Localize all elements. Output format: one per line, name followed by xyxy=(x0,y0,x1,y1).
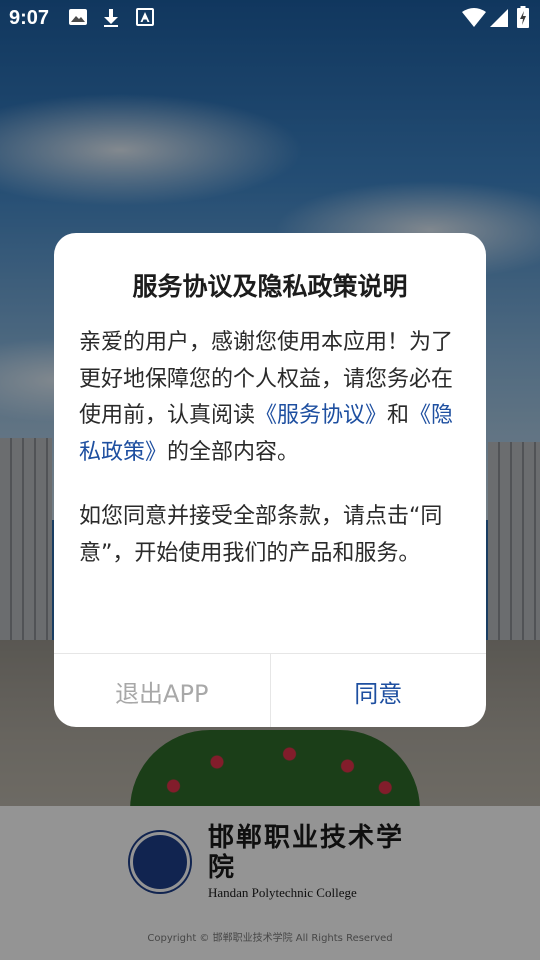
cell-signal-icon xyxy=(489,8,509,32)
dialog-title: 服务协议及隐私政策说明 xyxy=(132,272,408,301)
image-icon xyxy=(68,8,88,30)
splash-screen: 邯郸职业技术学院 Handan Polytechnic College Copy… xyxy=(0,0,540,960)
and-text: 和 xyxy=(387,403,410,428)
status-time: 9:07 xyxy=(9,7,50,29)
service-agreement-link[interactable]: 《服务协议》 xyxy=(255,403,387,428)
battery-charging-icon xyxy=(517,6,529,32)
dialog-body: 亲爱的用户，感谢您使用本应用！为了更好地保障您的个人权益，请您务必在使用前，认真… xyxy=(79,325,467,572)
intro-paragraph: 亲爱的用户，感谢您使用本应用！为了更好地保障您的个人权益，请您务必在使用前，认真… xyxy=(79,325,467,471)
status-bar: 9:07 xyxy=(0,0,540,36)
font-a-icon xyxy=(136,8,154,30)
wifi-icon xyxy=(462,8,486,32)
intro-ending-text: 的全部内容。 xyxy=(167,439,300,465)
download-icon xyxy=(102,8,120,32)
consent-paragraph: 如您同意并接受全部条款，请点击“同意”，开始使用我们的产品和服务。 xyxy=(79,504,443,566)
exit-app-button[interactable]: 退出APP xyxy=(54,654,271,727)
dialog-actions: 退出APP 同意 xyxy=(54,653,486,727)
privacy-agreement-dialog: 服务协议及隐私政策说明 亲爱的用户，感谢您使用本应用！为了更好地保障您的个人权益… xyxy=(54,233,486,727)
agree-button[interactable]: 同意 xyxy=(271,654,487,727)
